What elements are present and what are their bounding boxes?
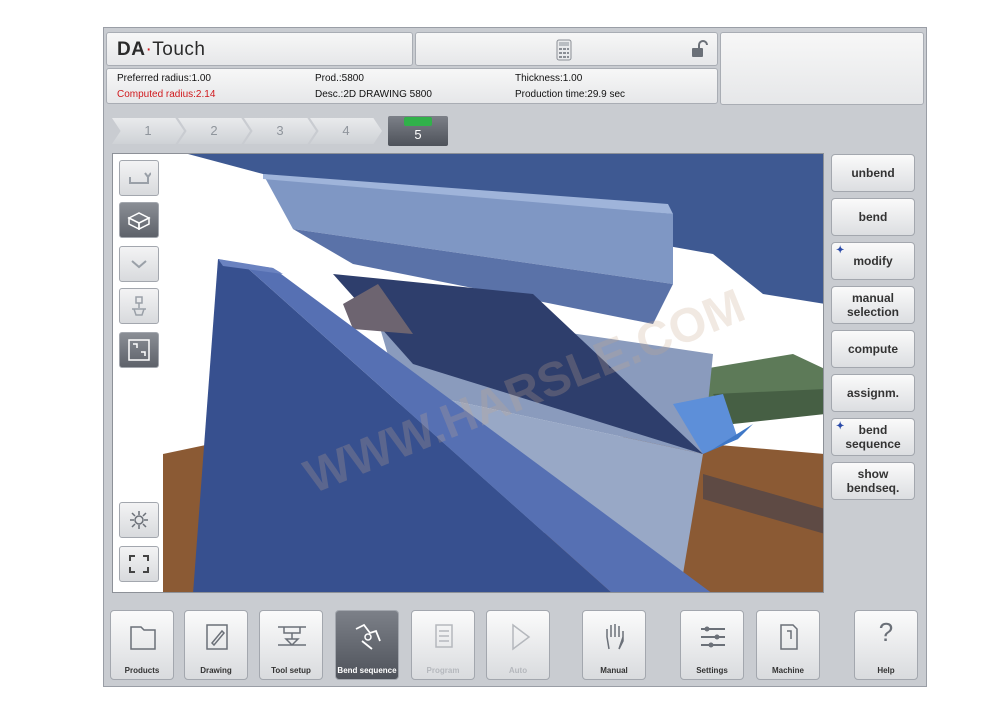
nav-program-label: Program bbox=[426, 666, 460, 675]
view-tool-light[interactable] bbox=[119, 502, 159, 538]
modify-button-label: modify bbox=[853, 254, 893, 268]
unbend-button-label: unbend bbox=[851, 166, 895, 180]
bend-step-tabs: 1 2 3 4 5 bbox=[112, 116, 457, 148]
view-tool-machine[interactable] bbox=[119, 288, 159, 324]
nav-settings-label: Settings bbox=[696, 666, 728, 675]
nav-drawing[interactable]: Drawing bbox=[184, 610, 248, 680]
nav-machine-label: Machine bbox=[771, 666, 804, 675]
view-tool-3d[interactable] bbox=[119, 202, 159, 238]
nav-help-label: Help bbox=[877, 666, 895, 675]
nav-bend-sequence[interactable]: Bend sequence bbox=[335, 610, 399, 680]
nav-products-label: Products bbox=[124, 666, 160, 675]
program-icon bbox=[435, 624, 453, 648]
da-touch-window: DA·Touch Preferred radius:1.00 Computed … bbox=[103, 27, 927, 687]
bend-sequence-icon bbox=[355, 623, 381, 650]
bend-sequence-button[interactable]: ✦ bend sequence bbox=[831, 418, 915, 456]
settings-list-icon bbox=[701, 626, 725, 648]
step-tab-2[interactable]: 2 bbox=[178, 118, 250, 144]
tool-setup-icon bbox=[278, 626, 306, 647]
nav-machine[interactable]: Machine bbox=[756, 610, 820, 680]
view-tool-chevron[interactable] bbox=[119, 246, 159, 282]
thickness: Thickness:1.00 bbox=[515, 73, 583, 84]
calculator-icon[interactable] bbox=[556, 39, 572, 61]
show-bendseq-button[interactable]: show bendseq. bbox=[831, 462, 915, 500]
active-step-marker bbox=[404, 117, 432, 126]
view-tool-fullscreen[interactable] bbox=[119, 546, 159, 582]
assignm-button-label: assignm. bbox=[846, 386, 900, 400]
compute-button[interactable]: compute bbox=[831, 330, 915, 368]
nav-manual-label: Manual bbox=[600, 666, 628, 675]
assignm-button[interactable]: assignm. bbox=[831, 374, 915, 412]
submenu-star-icon: ✦ bbox=[836, 245, 845, 256]
manual-selection-button-label: manual selection bbox=[846, 291, 900, 319]
product-number: Prod.:5800 bbox=[315, 73, 364, 84]
modify-button[interactable]: ✦ modify bbox=[831, 242, 915, 280]
folder-icon bbox=[130, 626, 156, 650]
nav-auto-label: Auto bbox=[508, 666, 528, 675]
product-info-panel: Preferred radius:1.00 Computed radius:2.… bbox=[106, 68, 718, 104]
step-tab-1[interactable]: 1 bbox=[112, 118, 184, 144]
nav-settings[interactable]: Settings bbox=[680, 610, 744, 680]
nav-drawing-label: Drawing bbox=[200, 666, 232, 675]
manual-selection-button[interactable]: manual selection bbox=[831, 286, 915, 324]
nav-tool-setup[interactable]: Tool setup bbox=[259, 610, 323, 680]
step-tab-3[interactable]: 3 bbox=[244, 118, 316, 144]
nav-bend-sequence-label: Bend sequence bbox=[337, 666, 397, 675]
center-header-panel bbox=[415, 32, 718, 66]
app-logo: DA·Touch bbox=[117, 39, 206, 60]
step-tab-4[interactable]: 4 bbox=[310, 118, 382, 144]
brightness-icon bbox=[130, 511, 148, 529]
view-fit-icon bbox=[128, 339, 150, 361]
preferred-radius: Preferred radius:1.00 bbox=[117, 73, 211, 84]
step-tab-5-label: 5 bbox=[414, 127, 422, 142]
title-panel: DA·Touch bbox=[106, 32, 413, 66]
drawing-icon bbox=[206, 624, 228, 650]
bend-button-label: bend bbox=[858, 210, 888, 224]
bend-sequence-button-label: bend sequence bbox=[845, 423, 901, 451]
press-icon bbox=[132, 296, 146, 316]
computed-radius: Computed radius:2.14 bbox=[117, 89, 216, 100]
3d-bend-view[interactable]: WWW.HARSLE.COM bbox=[112, 153, 824, 593]
submenu-star-icon: ✦ bbox=[836, 421, 845, 432]
fullscreen-icon bbox=[129, 555, 149, 573]
unlock-icon[interactable] bbox=[690, 40, 708, 58]
unbend-button[interactable]: unbend bbox=[831, 154, 915, 192]
view-tool-zoom-fit[interactable] bbox=[119, 332, 159, 368]
compute-button-label: compute bbox=[847, 342, 898, 356]
nav-manual[interactable]: Manual bbox=[582, 610, 646, 680]
hand-icon bbox=[606, 624, 624, 650]
product-description: Desc.:2D DRAWING 5800 bbox=[315, 89, 432, 100]
nav-program[interactable]: Program bbox=[411, 610, 475, 680]
right-header-panel bbox=[720, 32, 924, 105]
chevron-down-icon bbox=[131, 260, 147, 269]
nav-help[interactable]: ? Help bbox=[854, 610, 918, 680]
help-icon: ? bbox=[878, 617, 894, 647]
bend-simulation-scene: WWW.HARSLE.COM bbox=[163, 154, 823, 592]
nav-tool-setup-label: Tool setup bbox=[271, 666, 311, 675]
view-tool-unbend[interactable] bbox=[119, 160, 159, 196]
production-time: Production time:29.9 sec bbox=[515, 89, 626, 100]
bend-button[interactable]: bend bbox=[831, 198, 915, 236]
step-tab-5[interactable]: 5 bbox=[388, 116, 448, 146]
play-icon bbox=[512, 623, 531, 651]
machine-icon bbox=[780, 624, 798, 650]
3d-part-icon bbox=[127, 212, 151, 230]
nav-products[interactable]: Products bbox=[110, 610, 174, 680]
show-bendseq-button-label: show bendseq. bbox=[846, 467, 900, 495]
nav-auto[interactable]: Auto bbox=[486, 610, 550, 680]
flip-icon bbox=[129, 172, 151, 184]
